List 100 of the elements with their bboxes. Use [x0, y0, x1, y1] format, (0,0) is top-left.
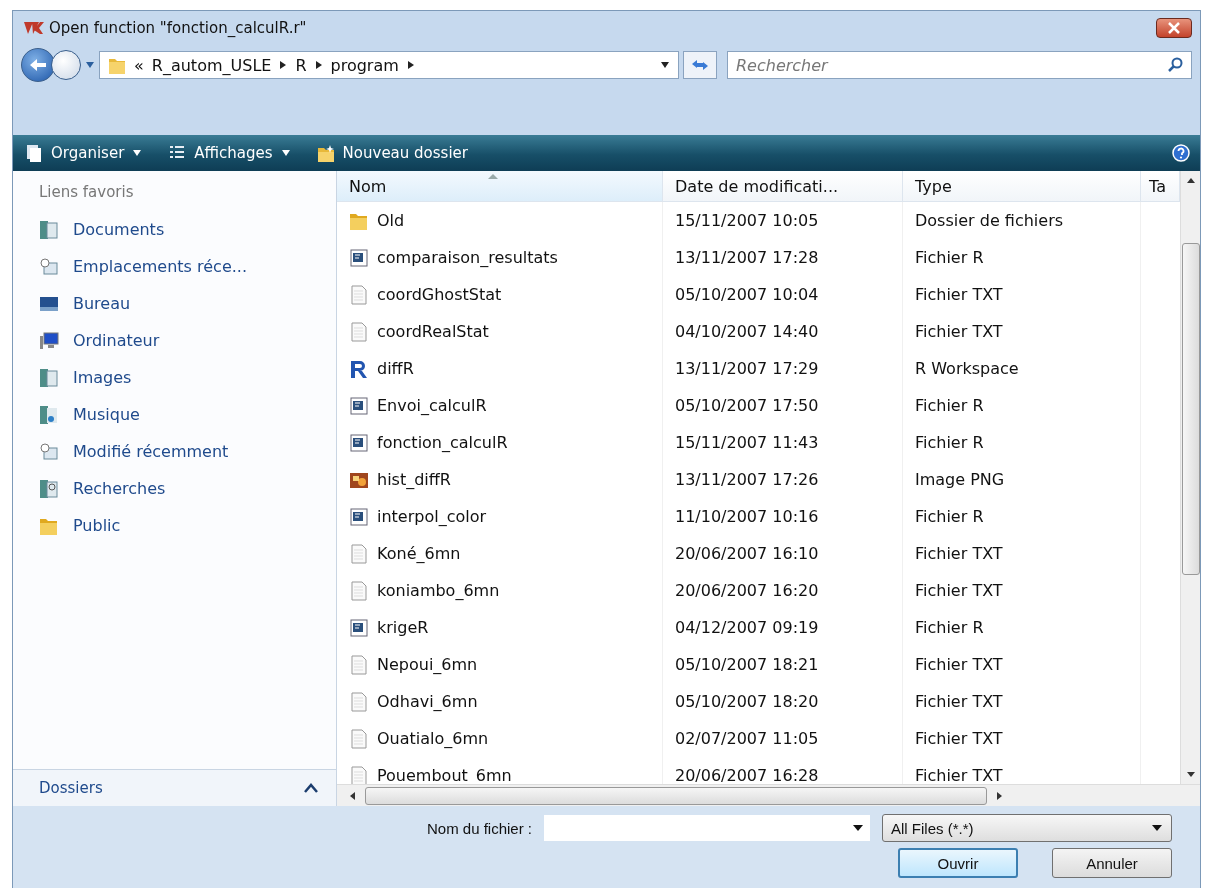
filename-field[interactable] — [544, 815, 870, 841]
back-button[interactable] — [21, 48, 55, 82]
scroll-left-icon — [349, 790, 355, 801]
text-file-icon — [349, 691, 369, 712]
table-cell: Fichier TXT — [903, 720, 1141, 757]
table-cell: Fichier TXT — [903, 646, 1141, 683]
chevron-up-icon[interactable] — [304, 783, 318, 793]
favorite-link[interactable]: Emplacements réce... — [39, 248, 336, 285]
text-file-icon — [349, 654, 369, 675]
chevron-icon[interactable] — [406, 60, 415, 70]
table-cell: Fichier R — [903, 609, 1141, 646]
vertical-scrollbar[interactable] — [1180, 171, 1200, 784]
toolbar-button[interactable]: Nouveau dossier — [314, 142, 470, 164]
file-name[interactable]: Koné_6mn — [377, 544, 461, 563]
script-file-icon — [349, 247, 369, 268]
scrollbar-thumb[interactable] — [365, 786, 987, 805]
table-cell: 05/10/2007 10:04 — [663, 276, 903, 313]
table-cell: 20/06/2007 16:10 — [663, 535, 903, 572]
table-cell: 04/12/2007 09:19 — [663, 609, 903, 646]
favorite-link[interactable]: Recherches — [39, 470, 336, 507]
toolbar-button[interactable]: Affichages — [166, 142, 293, 164]
dropdown-arrow-icon — [132, 149, 143, 157]
documents-icon — [39, 367, 59, 388]
computer-icon — [39, 330, 59, 351]
file-name[interactable]: Odhavi_6mn — [377, 692, 478, 711]
music-icon — [39, 404, 59, 425]
search-field[interactable]: Rechercher — [727, 51, 1192, 79]
favorite-link[interactable]: Documents — [39, 211, 336, 248]
table-cell: 04/10/2007 14:40 — [663, 313, 903, 350]
table-cell: 20/06/2007 16:20 — [663, 572, 903, 609]
favorite-link[interactable]: Images — [39, 359, 336, 396]
table-cell: Fichier R — [903, 424, 1141, 461]
script-file-icon — [349, 395, 369, 416]
close-button[interactable] — [1156, 18, 1192, 38]
file-name[interactable]: interpol_color — [377, 507, 487, 526]
table-cell: 11/10/2007 10:16 — [663, 498, 903, 535]
breadcrumb-item[interactable]: R — [295, 55, 307, 75]
folders-bar[interactable]: Dossiers — [13, 769, 336, 806]
scrollbar-thumb[interactable] — [1181, 243, 1200, 575]
favorite-link[interactable]: Musique — [39, 396, 336, 433]
file-name[interactable]: Old — [377, 211, 405, 230]
scroll-down-icon — [1185, 772, 1196, 778]
toolbar-button[interactable]: Organiser — [23, 142, 145, 164]
file-name[interactable]: coordRealStat — [377, 322, 489, 341]
file-name[interactable]: fonction_calculR — [377, 433, 508, 452]
search-icon[interactable] — [1168, 57, 1184, 73]
table-cell: Fichier TXT — [903, 535, 1141, 572]
table-cell: Fichier TXT — [903, 683, 1141, 720]
dropdown-arrow-icon — [280, 149, 291, 157]
address-bar[interactable]: « R_autom_USLE R program — [99, 51, 679, 79]
search-folder-icon — [39, 478, 59, 499]
close-icon — [1167, 22, 1181, 34]
column-header[interactable]: Date de modificati... — [663, 171, 903, 201]
refresh-button[interactable] — [683, 51, 717, 79]
table-cell: Dossier de fichiers — [903, 202, 1141, 239]
column-header[interactable]: Type — [903, 171, 1141, 201]
chevron-icon[interactable] — [279, 60, 288, 70]
table-cell: 13/11/2007 17:29 — [663, 350, 903, 387]
table-cell: Fichier R — [903, 387, 1141, 424]
text-file-icon — [349, 284, 369, 305]
help-button[interactable] — [1172, 144, 1190, 162]
file-name[interactable]: Ouatialo_6mn — [377, 729, 489, 748]
dialog-button[interactable]: Annuler — [1052, 848, 1172, 878]
file-name[interactable]: krigeR — [377, 618, 429, 637]
text-file-icon — [349, 580, 369, 601]
documents-icon — [39, 219, 59, 240]
file-name[interactable]: hist_diffR — [377, 470, 451, 489]
folders-label: Dossiers — [39, 779, 103, 797]
breadcrumb-item[interactable]: program — [330, 55, 399, 75]
file-name[interactable]: Nepoui_6mn — [377, 655, 478, 674]
chevron-icon[interactable] — [314, 60, 323, 70]
horizontal-scrollbar[interactable] — [337, 784, 1200, 806]
recent-places-icon — [39, 441, 59, 462]
breadcrumb-item[interactable]: R_autom_USLE — [151, 55, 272, 75]
file-name[interactable]: Pouembout_6mn — [377, 766, 512, 784]
help-icon — [1172, 144, 1190, 162]
favorite-link[interactable]: Ordinateur — [39, 322, 336, 359]
file-type-dropdown[interactable]: All Files (*.*) — [882, 814, 1172, 842]
text-file-icon — [349, 321, 369, 342]
forward-button[interactable] — [51, 50, 81, 80]
table-cell: 15/11/2007 11:43 — [663, 424, 903, 461]
script-file-icon — [349, 506, 369, 527]
table-cell: 05/10/2007 18:20 — [663, 683, 903, 720]
file-name[interactable]: diffR — [377, 359, 414, 378]
file-name[interactable]: comparaison_resultats — [377, 248, 558, 267]
script-file-icon — [349, 617, 369, 638]
table-cell: Image PNG — [903, 461, 1141, 498]
text-file-icon — [349, 765, 369, 784]
dialog-button[interactable]: Ouvrir — [898, 848, 1018, 878]
file-name[interactable]: Envoi_calculR — [377, 396, 487, 415]
file-name[interactable]: koniambo_6mn — [377, 581, 500, 600]
dropdown-arrow-icon[interactable] — [660, 61, 670, 69]
favorite-link[interactable]: Modifié récemment — [39, 433, 336, 470]
file-name[interactable]: coordGhostStat — [377, 285, 502, 304]
favorite-link[interactable]: Bureau — [39, 285, 336, 322]
favorite-link[interactable]: Public — [39, 507, 336, 544]
column-header[interactable]: Nom — [337, 171, 663, 201]
breadcrumb-overflow[interactable]: « — [134, 55, 144, 75]
scroll-right-icon — [997, 790, 1003, 801]
table-cell: 13/11/2007 17:26 — [663, 461, 903, 498]
